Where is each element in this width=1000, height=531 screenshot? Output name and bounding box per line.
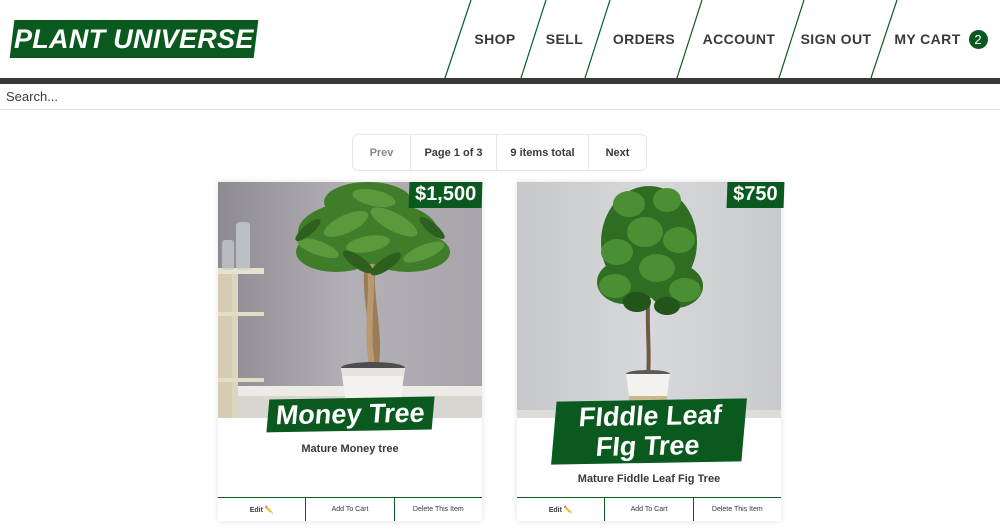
product-card: $750 FIddle Leaf FIg Tree Mature Fiddle … (517, 182, 784, 521)
search-input[interactable] (0, 84, 1000, 109)
add-to-cart-button[interactable]: Add To Cart (306, 498, 395, 521)
nav-sell-link[interactable]: SELL (533, 0, 596, 78)
search-bar (0, 84, 1000, 110)
main-nav: SHOP SELL ORDERS ACCOUNT SIGN OUT MY CAR… (0, 0, 1000, 78)
product-title[interactable]: Money Tree (266, 396, 434, 433)
product-title[interactable]: FIddle Leaf FIg Tree (551, 398, 747, 465)
product-title-wrap: FIddle Leaf FIg Tree (517, 398, 781, 465)
cart-label: MY CART (894, 31, 961, 47)
delete-item-button[interactable]: Delete This Item (694, 498, 781, 521)
edit-button[interactable]: Edit ✏️ (517, 498, 606, 521)
page-indicator: Page 1 of 3 (411, 135, 497, 170)
nav-signout-link[interactable]: SIGN OUT (796, 0, 876, 78)
price-tag: $1,500 (408, 182, 483, 208)
product-description: Mature Money tree (301, 443, 399, 455)
items-total: 9 items total (497, 135, 589, 170)
card-actions: Edit ✏️ Add To Cart Delete This Item (218, 497, 482, 521)
price-tag: $750 (726, 182, 784, 208)
product-description: Mature Fiddle Leaf Fig Tree (577, 473, 721, 485)
nav-account-link[interactable]: ACCOUNT (694, 0, 784, 78)
nav-orders-link[interactable]: ORDERS (603, 0, 685, 78)
nav-shop-link[interactable]: SHOP (462, 0, 528, 78)
fiddle-leaf-fig-illustration (517, 182, 781, 418)
product-title-wrap: Money Tree (218, 396, 482, 433)
cart-count-badge: 2 (968, 29, 988, 49)
nav-cart-link[interactable]: MY CART 2 (890, 0, 992, 78)
site-header: PLANT UNIVERSE SHOP SELL ORDERS ACCOUNT … (0, 0, 1000, 78)
prev-page-button[interactable]: Prev (353, 135, 411, 170)
add-to-cart-button[interactable]: Add To Cart (605, 498, 694, 521)
edit-button[interactable]: Edit ✏️ (218, 498, 307, 521)
money-tree-illustration (218, 182, 482, 418)
card-actions: Edit ✏️ Add To Cart Delete This Item (517, 497, 781, 521)
next-page-button[interactable]: Next (589, 135, 646, 170)
delete-item-button[interactable]: Delete This Item (395, 498, 482, 521)
product-card: $1,500 Money Tree Mature Money tree Edit… (218, 182, 483, 521)
product-image-fiddle-leaf-fig[interactable] (517, 182, 781, 418)
pagination: Prev Page 1 of 3 9 items total Next (352, 134, 647, 171)
product-image-money-tree[interactable] (218, 182, 482, 418)
